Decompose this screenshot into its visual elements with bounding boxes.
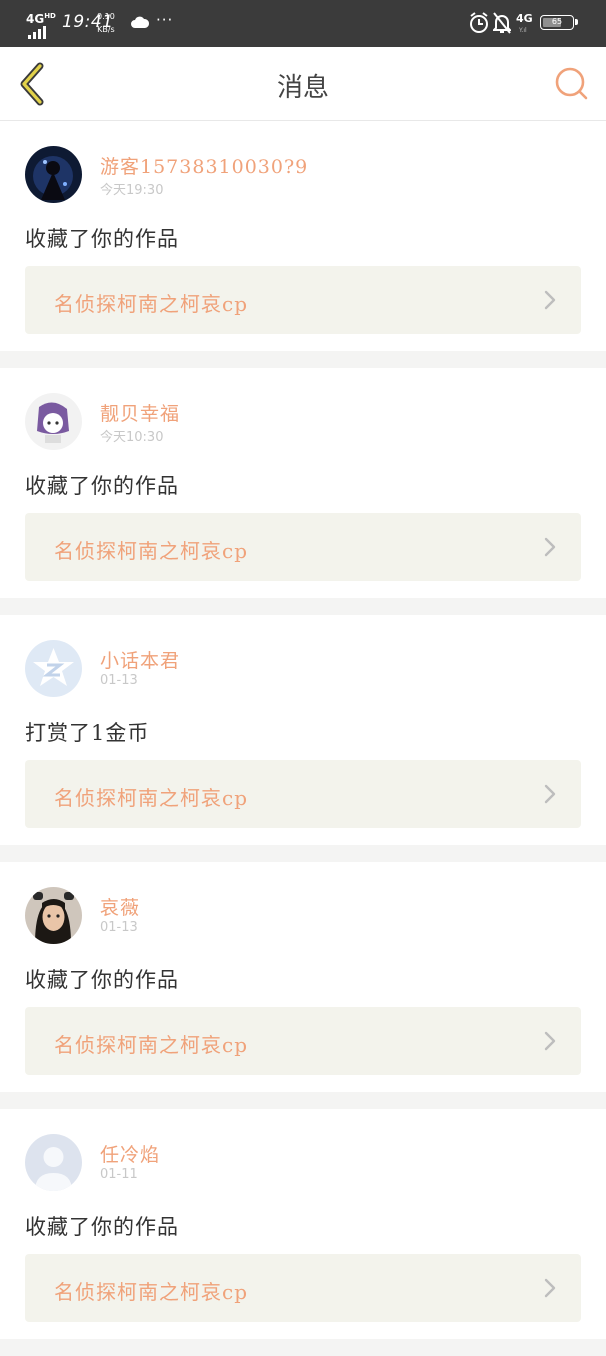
battery-level: 65 <box>551 17 563 26</box>
message-action: 收藏了你的作品 <box>25 1215 179 1239</box>
message-card: 小话本君 01-13 打赏了1金币 名侦探柯南之柯哀cp <box>0 615 606 862</box>
anime-girl-avatar-icon <box>25 393 82 450</box>
username[interactable]: 任冷焰 <box>100 1140 160 1167</box>
chevron-right-icon <box>544 1278 556 1298</box>
work-title: 名侦探柯南之柯哀cp <box>54 292 249 316</box>
avatar[interactable] <box>25 1134 82 1191</box>
nav-bar: 消息 <box>0 47 606 121</box>
more-notifications-icon: ··· <box>156 11 174 29</box>
network-speed: 0.10 KB/s <box>97 10 115 36</box>
message-card: 游客15738310030?9 今天19:30 收藏了你的作品 名侦探柯南之柯哀… <box>0 121 606 368</box>
username[interactable]: 哀薇 <box>100 893 140 920</box>
message-time: 01-11 <box>100 1167 138 1182</box>
chevron-right-icon <box>544 784 556 804</box>
message-action: 收藏了你的作品 <box>25 227 179 251</box>
message-time: 今天10:30 <box>100 430 164 445</box>
work-link[interactable]: 名侦探柯南之柯哀cp <box>25 513 581 581</box>
qq-default-avatar-icon <box>25 640 82 697</box>
work-title: 名侦探柯南之柯哀cp <box>54 1280 249 1304</box>
message-time: 今天19:30 <box>100 183 164 198</box>
message-card: 哀薇 01-13 收藏了你的作品 名侦探柯南之柯哀cp <box>0 862 606 1109</box>
muted-bell-icon <box>491 12 513 38</box>
work-link[interactable]: 名侦探柯南之柯哀cp <box>25 1254 581 1322</box>
avatar[interactable] <box>25 146 82 203</box>
search-button[interactable] <box>553 65 589 105</box>
cloud-icon <box>130 14 150 33</box>
work-link[interactable]: 名侦探柯南之柯哀cp <box>25 266 581 334</box>
chevron-right-icon <box>544 290 556 310</box>
message-time: 01-13 <box>100 920 138 935</box>
work-link[interactable]: 名侦探柯南之柯哀cp <box>25 760 581 828</box>
username[interactable]: 靓贝幸福 <box>100 399 180 426</box>
alarm-icon <box>469 12 489 38</box>
status-bar: 4GHD 19:41 0.10 KB/s ··· 4G Y.ıl 65 <box>0 0 606 47</box>
message-time: 01-13 <box>100 673 138 688</box>
network-hd: HD <box>44 12 56 20</box>
speed-value: 0.10 <box>97 12 115 21</box>
chevron-right-icon <box>544 1031 556 1051</box>
avatar[interactable] <box>25 640 82 697</box>
network-activity: Y.ıl <box>519 27 527 34</box>
dark-character-avatar-icon <box>25 146 82 203</box>
work-title: 名侦探柯南之柯哀cp <box>54 539 249 563</box>
signal-bars-icon <box>28 26 46 39</box>
network-type: 4G <box>26 12 45 26</box>
message-list: 游客15738310030?9 今天19:30 收藏了你的作品 名侦探柯南之柯哀… <box>0 121 606 1356</box>
work-title: 名侦探柯南之柯哀cp <box>54 786 249 810</box>
avatar[interactable] <box>25 393 82 450</box>
search-icon <box>555 67 588 100</box>
message-card: 任冷焰 01-11 收藏了你的作品 名侦探柯南之柯哀cp <box>0 1109 606 1356</box>
work-link[interactable]: 名侦探柯南之柯哀cp <box>25 1007 581 1075</box>
work-title: 名侦探柯南之柯哀cp <box>54 1033 249 1057</box>
network-type-2: 4G <box>516 12 533 25</box>
page-title: 消息 <box>276 73 329 103</box>
message-action: 收藏了你的作品 <box>25 968 179 992</box>
battery-icon: 65 <box>540 15 578 30</box>
message-action: 打赏了1金币 <box>25 721 150 745</box>
username[interactable]: 游客15738310030?9 <box>100 152 308 179</box>
speed-unit: KB/s <box>97 25 115 34</box>
girl-photo-avatar-icon <box>25 887 82 944</box>
chevron-right-icon <box>544 537 556 557</box>
default-person-avatar-icon <box>25 1134 82 1191</box>
username[interactable]: 小话本君 <box>100 646 180 673</box>
avatar[interactable] <box>25 887 82 944</box>
message-action: 收藏了你的作品 <box>25 474 179 498</box>
network-indicator: 4GHD <box>26 12 56 26</box>
message-card: 靓贝幸福 今天10:30 收藏了你的作品 名侦探柯南之柯哀cp <box>0 368 606 615</box>
